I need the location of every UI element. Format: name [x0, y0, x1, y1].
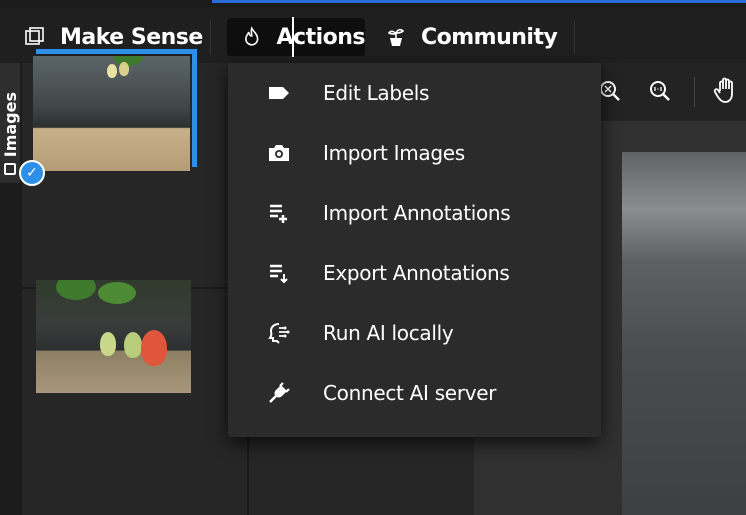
menu-item-run-ai-locally[interactable]: Run AI locally	[228, 303, 601, 363]
pan-hand-icon[interactable]	[712, 77, 740, 105]
brand-name: Make Sense	[60, 24, 203, 50]
leaf-shape	[98, 282, 136, 304]
ai-brain-icon	[266, 320, 292, 346]
accent-line	[212, 0, 746, 3]
image-thumbnail[interactable]	[36, 280, 191, 393]
menu-item-label: Run AI locally	[323, 321, 454, 345]
camera-icon	[266, 140, 292, 166]
actions-label: Actions	[276, 24, 366, 50]
community-label: Community	[421, 24, 558, 50]
images-side-tab[interactable]: Images	[0, 63, 20, 183]
plant-pot-icon	[387, 28, 405, 46]
menu-item-label: Edit Labels	[323, 81, 430, 105]
leaf-shape	[56, 280, 96, 300]
menu-item-label: Export Annotations	[323, 261, 510, 285]
nav-divider	[210, 20, 211, 54]
camera-icon	[4, 163, 16, 175]
toolbar-divider	[694, 77, 695, 107]
menu-item-label: Import Images	[323, 141, 465, 165]
selection-frame	[36, 49, 197, 167]
actions-dropdown-menu: Edit Labels Import Images Import Annotat…	[228, 63, 601, 437]
menu-item-edit-labels[interactable]: Edit Labels	[228, 63, 601, 123]
export-list-icon	[266, 260, 292, 286]
menu-item-label: Import Annotations	[323, 201, 511, 225]
menu-item-import-images[interactable]: Import Images	[228, 123, 601, 183]
berry-shape	[124, 332, 142, 358]
label-tag-icon	[266, 80, 292, 106]
nav-divider	[574, 20, 575, 54]
selected-check-icon: ✓	[19, 160, 45, 186]
import-list-icon	[266, 200, 292, 226]
text-cursor	[292, 17, 294, 57]
plug-icon	[266, 380, 292, 406]
squares-logo-icon	[25, 27, 44, 45]
berry-shape	[100, 332, 116, 356]
community-menu-button[interactable]: Community	[385, 18, 558, 56]
images-tab-label: Images	[0, 91, 20, 157]
flame-icon	[245, 26, 259, 46]
zoom-actual-icon[interactable]	[646, 77, 674, 105]
menu-item-label: Connect AI server	[323, 381, 497, 405]
menu-item-import-annotations[interactable]: Import Annotations	[228, 183, 601, 243]
menu-item-connect-ai-server[interactable]: Connect AI server	[228, 363, 601, 423]
actions-menu-button[interactable]: Actions	[227, 18, 365, 56]
berry-shape	[141, 330, 167, 366]
canvas-image	[622, 152, 746, 515]
menu-item-export-annotations[interactable]: Export Annotations	[228, 243, 601, 303]
